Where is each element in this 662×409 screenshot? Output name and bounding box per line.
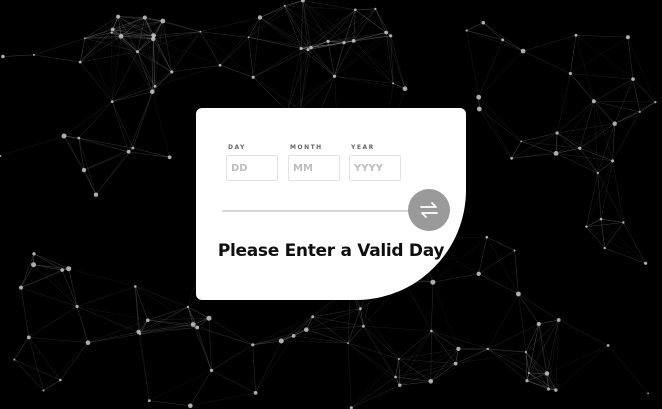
validation-message: Please Enter a Valid Day bbox=[217, 241, 445, 261]
date-card: DAY MONTH YEAR Please Enter a Valid Day bbox=[196, 108, 466, 300]
swap-arrows-icon bbox=[420, 202, 438, 218]
month-input[interactable] bbox=[288, 155, 340, 181]
month-label: MONTH bbox=[290, 144, 323, 151]
year-field: YEAR bbox=[349, 144, 401, 181]
year-input[interactable] bbox=[349, 155, 401, 181]
swap-button[interactable] bbox=[408, 189, 450, 231]
day-input[interactable] bbox=[226, 155, 278, 181]
day-field: DAY bbox=[226, 144, 278, 181]
year-label: YEAR bbox=[351, 144, 375, 151]
month-field: MONTH bbox=[288, 144, 340, 181]
day-label: DAY bbox=[228, 144, 246, 151]
divider-line bbox=[222, 210, 422, 212]
